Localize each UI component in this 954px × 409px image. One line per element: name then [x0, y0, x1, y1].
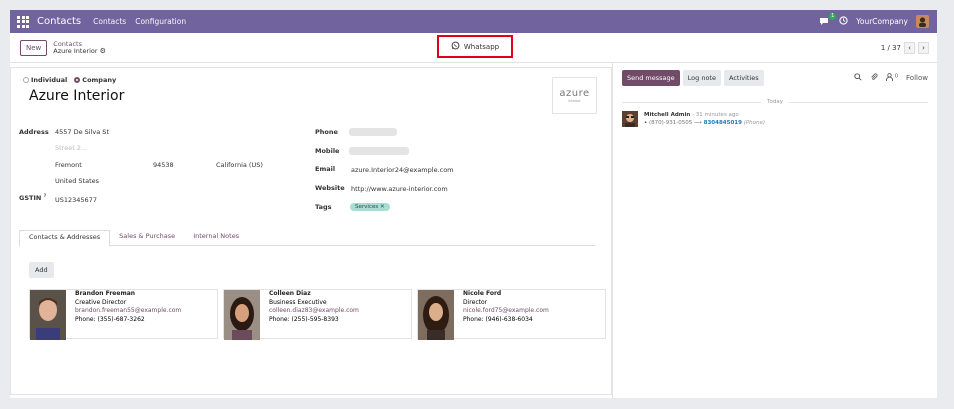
- contact-card[interactable]: Nicole Ford Director nicole.ford75@examp…: [417, 289, 606, 340]
- field-name: (Phone): [743, 120, 766, 126]
- top-navbar: Contacts Contacts Configuration 1 YourCo…: [10, 10, 937, 33]
- tracking-value: • (870)-931-0505 ⟶ 8304845019 (Phone): [644, 119, 765, 127]
- radio-company[interactable]: Company: [74, 76, 116, 84]
- avatar: [30, 290, 66, 340]
- avatar: [224, 290, 260, 340]
- address-label: Address: [19, 128, 49, 136]
- date-separator: Today: [622, 99, 928, 105]
- app-window: Contacts Contacts Configuration 1 YourCo…: [10, 10, 937, 398]
- radio-individual[interactable]: Individual: [23, 76, 67, 84]
- country-field[interactable]: United States: [55, 177, 99, 185]
- follow-button[interactable]: Follow: [906, 74, 928, 82]
- add-button[interactable]: Add: [29, 262, 54, 278]
- phone-field[interactable]: [349, 128, 397, 136]
- company-switcher[interactable]: YourCompany: [856, 17, 908, 26]
- contact-name: Brandon Freeman: [75, 290, 136, 297]
- website-field[interactable]: http://www.azure-interior.com: [351, 185, 448, 193]
- gstin-label: GSTIN ?: [19, 194, 47, 203]
- email-label: Email: [315, 165, 336, 173]
- search-icon[interactable]: [853, 73, 862, 83]
- user-avatar[interactable]: [916, 15, 929, 28]
- contact-name: Colleen Diaz: [269, 290, 311, 297]
- tab-sales-purchase[interactable]: Sales & Purchase: [110, 230, 184, 245]
- message-author[interactable]: Mitchell Admin: [644, 112, 690, 118]
- tab-internal-notes[interactable]: Internal Notes: [184, 230, 248, 245]
- followers-icon[interactable]: 0: [885, 73, 899, 83]
- new-value: 8304845019: [703, 120, 742, 126]
- tags-label: Tags: [315, 203, 332, 211]
- send-message-button[interactable]: Send message: [622, 70, 680, 86]
- street-field[interactable]: 4557 De Silva St: [55, 128, 109, 136]
- partner-name[interactable]: Azure Interior: [29, 88, 599, 104]
- form-sheet: Individual Company Azure Interior azure …: [10, 67, 612, 395]
- arrow-right-icon: ⟶: [694, 120, 702, 126]
- pager: 1 / 37 ‹ ›: [881, 41, 929, 54]
- contact-email: brandon.freeman55@example.com: [75, 307, 182, 314]
- contact-card[interactable]: Brandon Freeman Creative Director brando…: [29, 289, 218, 340]
- paperclip-icon[interactable]: [870, 73, 878, 83]
- log-note-button[interactable]: Log note: [682, 70, 721, 86]
- contact-name: Nicole Ford: [463, 290, 502, 297]
- contact-title: Director: [463, 298, 488, 306]
- zip-field[interactable]: 94538: [153, 161, 174, 169]
- whatsapp-label: Whatsapp: [463, 42, 500, 51]
- clock-icon[interactable]: [839, 16, 848, 27]
- website-label: Website: [315, 184, 345, 192]
- gear-icon[interactable]: ⚙: [100, 47, 106, 55]
- discuss-icon[interactable]: 1: [819, 13, 837, 26]
- chatter: Send message Log note Activities 0 Follo…: [613, 63, 937, 398]
- contact-title: Business Executive: [269, 298, 327, 306]
- email-field[interactable]: azure.Interior24@example.com: [351, 166, 454, 174]
- street2-field[interactable]: Street 2...: [55, 144, 87, 152]
- contact-card[interactable]: Colleen Diaz Business Executive colleen.…: [223, 289, 412, 340]
- phone-label: Phone: [315, 128, 338, 136]
- contact-email: colleen.diaz83@example.com: [269, 307, 359, 314]
- company-type: Individual Company: [23, 76, 599, 84]
- chat-badge: 1: [829, 13, 837, 20]
- app-menu-icon[interactable]: [17, 15, 31, 29]
- city-field[interactable]: Fremont: [55, 161, 82, 169]
- avatar: [622, 111, 638, 127]
- old-value: (870)-931-0505: [649, 120, 693, 126]
- help-icon: ?: [43, 194, 47, 199]
- pager-value[interactable]: 1 / 37: [881, 44, 901, 52]
- mobile-label: Mobile: [315, 147, 340, 155]
- mobile-field[interactable]: [349, 147, 409, 155]
- avatar: [418, 290, 454, 340]
- activities-button[interactable]: Activities: [723, 70, 764, 86]
- tab-contacts-addresses[interactable]: Contacts & Addresses: [19, 230, 111, 247]
- contact-phone: Phone: (355)-687-3262: [75, 315, 145, 323]
- bullet: •: [644, 120, 648, 126]
- breadcrumb-current: Azure Interior: [53, 46, 98, 55]
- contact-phone: Phone: (255)-595-8393: [269, 315, 339, 323]
- message-time: - 31 minutes ago: [692, 112, 739, 118]
- chatter-message: Mitchell Admin - 31 minutes ago • (870)-…: [622, 111, 928, 127]
- gstin-field[interactable]: US12345677: [55, 196, 97, 204]
- chevron-right-icon[interactable]: ›: [918, 41, 929, 54]
- notebook-tabs: Contacts & Addresses Sales & Purchase In…: [19, 230, 595, 247]
- state-field[interactable]: California (US): [216, 161, 263, 169]
- app-name[interactable]: Contacts: [37, 16, 81, 27]
- menu-configuration[interactable]: Configuration: [135, 17, 186, 26]
- contact-phone: Phone: (946)-638-6034: [463, 315, 533, 323]
- close-icon: ✕: [379, 204, 385, 210]
- follower-count: 0: [894, 73, 899, 80]
- new-button[interactable]: New: [20, 39, 48, 56]
- menu-contacts[interactable]: Contacts: [93, 17, 126, 26]
- contact-title: Creative Director: [75, 298, 127, 306]
- whatsapp-button[interactable]: Whatsapp: [437, 35, 513, 58]
- company-logo[interactable]: azure interior: [552, 77, 597, 114]
- tag-services[interactable]: Services ✕: [350, 203, 390, 211]
- chevron-left-icon[interactable]: ‹: [904, 41, 915, 54]
- whatsapp-icon: [451, 41, 460, 52]
- contact-email: nicole.ford75@example.com: [463, 307, 549, 314]
- breadcrumb: Contacts Azure Interior ⚙: [53, 40, 106, 55]
